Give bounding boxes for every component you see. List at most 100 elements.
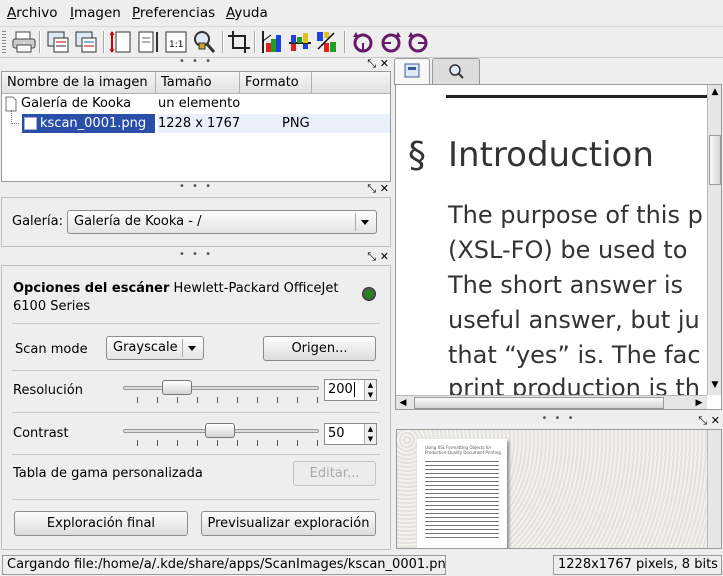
toolbar-separator — [103, 31, 105, 53]
image-viewer-icon — [404, 63, 420, 78]
tree-file-row[interactable]: kscan_0001.png — [22, 114, 155, 133]
scroll-right-icon[interactable]: ▶ — [692, 396, 706, 409]
tree-root-size: un elemento — [158, 96, 241, 111]
menubar: Archivo Imagen Preferencias Ayuda — [0, 0, 723, 27]
thumbnail-page[interactable]: Using XSL Formatting Objects for Product… — [417, 439, 507, 548]
toolbar-separator — [222, 31, 224, 53]
close-icon[interactable]: ✕ — [711, 414, 720, 427]
menu-ayuda[interactable]: Ayuda — [226, 5, 268, 21]
horizontal-scrollbar[interactable]: ◀ ▶ — [396, 395, 707, 409]
tree-file-details[interactable]: 1228 x 1767 PNG — [158, 114, 390, 133]
scroll-thumb[interactable] — [709, 135, 721, 185]
fit-width-icon[interactable] — [136, 29, 162, 55]
svg-text:1:1: 1:1 — [169, 40, 183, 50]
scanner-title: Opciones del escáner Hewlett-Packard Off… — [13, 281, 339, 314]
gallery-label: Galería: — [12, 214, 63, 229]
toolbar-separator — [254, 31, 256, 53]
magnifier-icon — [449, 64, 464, 79]
thumbnail-text-block — [425, 461, 499, 541]
scroll-up-icon[interactable]: ▲ — [708, 85, 721, 99]
mirror-vertical-icon[interactable] — [259, 29, 285, 55]
origin-button[interactable]: Origen... — [263, 336, 376, 361]
undock-icon[interactable]: ⤡ — [698, 414, 707, 428]
spin-arrows-icon[interactable]: ▲ ▼ — [364, 380, 376, 400]
scroll-left-icon[interactable]: ◀ — [396, 396, 410, 409]
column-header-size[interactable]: Tamaño — [156, 72, 240, 94]
spin-arrows-icon[interactable]: ▲ ▼ — [364, 424, 376, 444]
menu-preferencias[interactable]: Preferencias — [132, 5, 215, 21]
doc-line: useful answer, but ju — [448, 306, 700, 334]
original-size-icon[interactable]: 1:1 — [163, 29, 189, 55]
tree-branch-line — [11, 110, 19, 124]
toolbar: 1:1 — [0, 27, 723, 58]
toolbar-grip[interactable] — [2, 31, 6, 53]
undock-icon[interactable]: ⤡ — [367, 57, 376, 71]
menu-imagen[interactable]: Imagen — [70, 5, 121, 21]
scan-mode-combo[interactable]: Grayscale — [106, 336, 204, 360]
gamma-label: Tabla de gama personalizada — [13, 466, 203, 481]
dock-handle-scanner[interactable]: • • • ⤡ ✕ — [0, 249, 392, 264]
contrast-spinbox[interactable]: 50 ▲ ▼ — [324, 423, 377, 445]
contrast-label: Contrast — [13, 426, 69, 441]
chevron-down-icon — [182, 339, 200, 357]
edit-gamma-button[interactable]: Editar... — [293, 461, 376, 486]
resolution-slider-handle[interactable] — [162, 380, 192, 395]
contrast-ticks — [137, 440, 318, 446]
toolbar-separator — [39, 31, 41, 53]
column-header-name[interactable]: Nombre de la imagen — [2, 72, 156, 94]
column-header-empty — [312, 72, 390, 94]
status-message: Cargando file:/home/a/.kde/share/apps/Sc… — [2, 555, 446, 575]
doc-line: The purpose of this p — [448, 201, 703, 229]
thumbnail-view[interactable]: Using XSL Formatting Objects for Product… — [396, 429, 722, 549]
close-icon[interactable]: ✕ — [380, 182, 389, 195]
rotate-right-icon[interactable] — [378, 29, 404, 55]
scan-mode-label: Scan mode — [15, 342, 88, 357]
doc-heading: Introduction — [448, 135, 654, 175]
page-rule — [446, 95, 716, 98]
preview-scan-button[interactable]: Previsualizar exploración — [201, 511, 376, 536]
undock-icon[interactable]: ⤡ — [367, 250, 376, 264]
mirror-both-icon[interactable] — [314, 29, 340, 55]
image-file-icon — [24, 117, 37, 130]
doc-line: The short answer is — [448, 271, 684, 299]
resolution-spinbox[interactable]: 200 ▲ ▼ — [324, 379, 377, 401]
resolution-slider-track[interactable] — [123, 386, 319, 390]
doc-line: (XSL-FO) be used to — [448, 236, 688, 264]
mirror-horizontal-icon[interactable] — [287, 29, 313, 55]
thumbnail-scrollbar[interactable] — [707, 430, 721, 548]
scroll-down-icon[interactable]: ▼ — [708, 378, 721, 392]
menu-archivo[interactable]: Archivo — [7, 5, 57, 21]
scanner-status-led — [362, 287, 376, 301]
gallery-combo[interactable]: Galería de Kooka - / — [67, 210, 377, 234]
contrast-slider-handle[interactable] — [205, 423, 235, 438]
scroll-thumb[interactable] — [414, 397, 664, 409]
vertical-scrollbar[interactable]: ▲ ▼ — [707, 85, 721, 395]
rotate-180-icon[interactable] — [405, 29, 431, 55]
column-header-format[interactable]: Formato — [240, 72, 312, 94]
image-viewer-tab[interactable] — [394, 58, 430, 85]
close-icon[interactable]: ✕ — [380, 57, 389, 70]
gallery-tree[interactable]: Nombre de la imagen Tamaño Formato Galer… — [1, 71, 391, 182]
doc-line: print production is th — [448, 374, 700, 395]
final-scan-button[interactable]: Exploración final — [14, 511, 188, 536]
undock-icon[interactable]: ⤡ — [367, 182, 376, 196]
status-image-info: 1228x1767 pixels, 8 bits — [553, 555, 722, 575]
rotate-left-icon[interactable] — [350, 29, 376, 55]
gallery-select-panel: Galería: Galería de Kooka - / — [1, 197, 391, 247]
zoom-icon[interactable] — [191, 29, 217, 55]
close-icon[interactable]: ✕ — [380, 250, 389, 263]
crop-icon[interactable] — [226, 29, 252, 55]
preview-tab[interactable] — [432, 58, 480, 85]
thumbnail-title: Production-Quality Document Printing — [425, 450, 501, 455]
save-image-icon[interactable] — [73, 29, 99, 55]
dock-handle-gallery[interactable]: • • • ⤡ ✕ — [0, 56, 392, 71]
scanned-image-view[interactable]: § Introduction The purpose of this p (XS… — [395, 84, 722, 410]
tree-root-name[interactable]: Galería de Kooka — [21, 94, 131, 113]
fit-height-icon[interactable] — [108, 29, 134, 55]
print-icon[interactable] — [11, 29, 37, 55]
scanner-options-panel: Opciones del escáner Hewlett-Packard Off… — [1, 265, 391, 550]
dock-handle-gallery-select[interactable]: • • • ⤡ ✕ — [0, 181, 392, 196]
scan-to-gallery-icon[interactable] — [45, 29, 71, 55]
dock-handle-thumbnail[interactable]: • • • ⤡ ✕ — [394, 413, 723, 428]
section-symbol: § — [408, 135, 426, 176]
